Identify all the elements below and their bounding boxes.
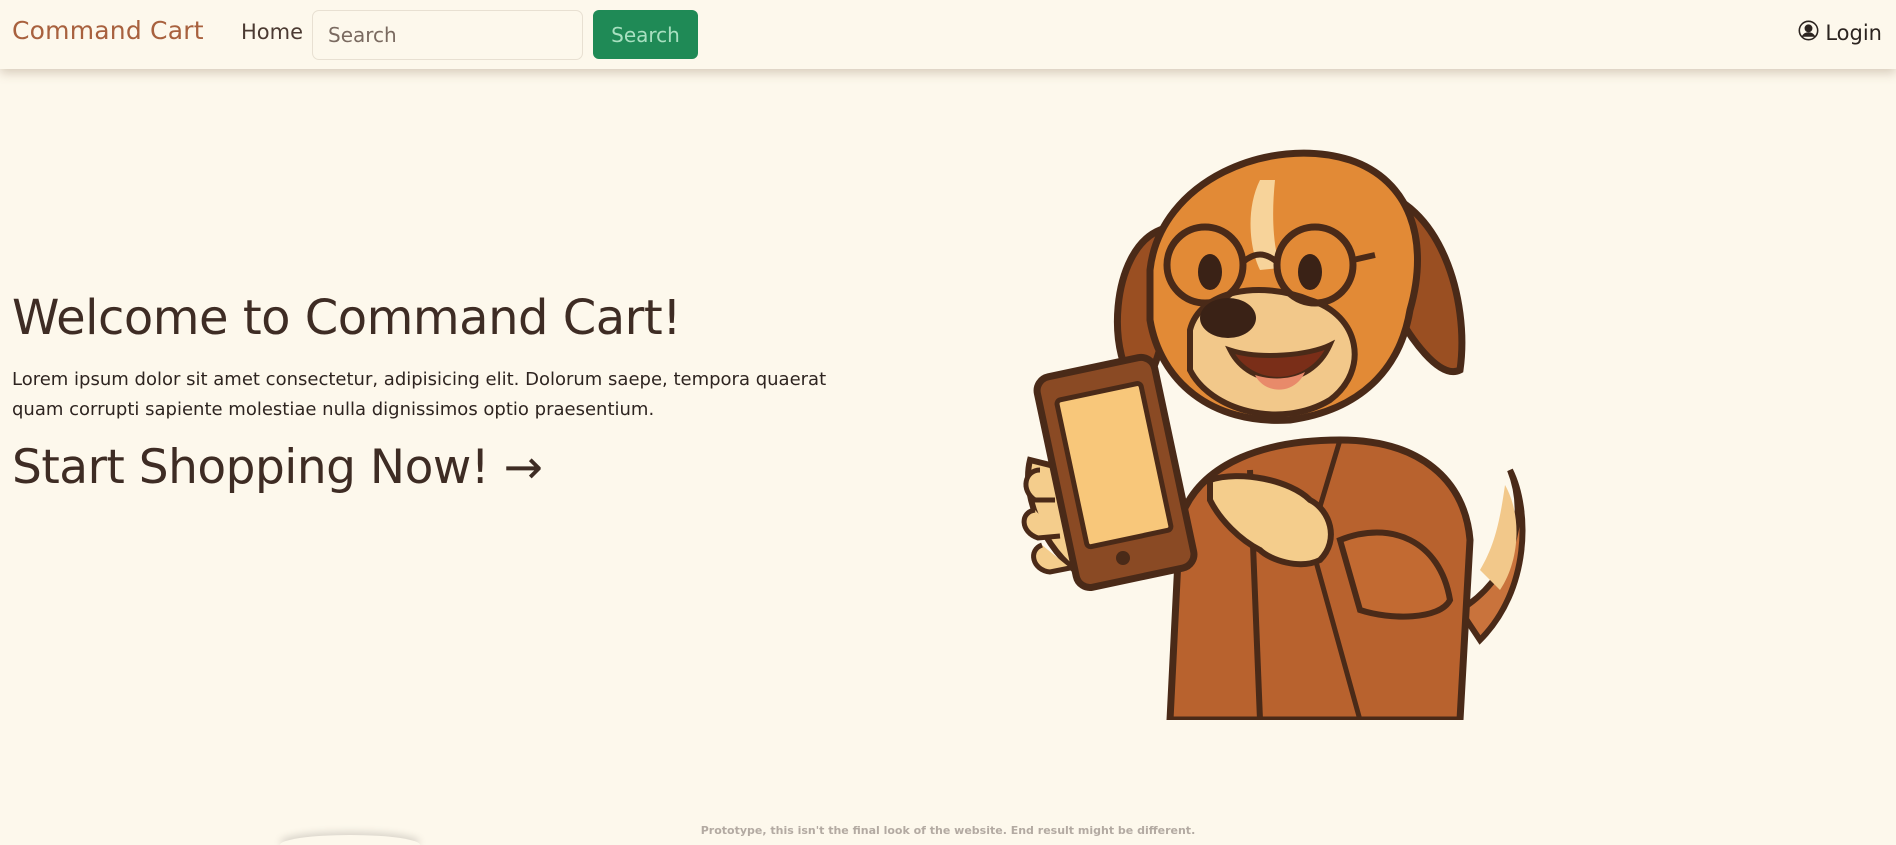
start-shopping-link[interactable]: Start Shopping Now! → xyxy=(12,440,543,495)
search-input[interactable] xyxy=(312,10,583,60)
hero-description: Lorem ipsum dolor sit amet consectetur, … xyxy=(12,369,827,420)
navbar: Command Cart Home Search Login xyxy=(0,0,1896,69)
login-label: Login xyxy=(1825,21,1882,45)
nav-home-link[interactable]: Home xyxy=(241,20,303,44)
dog-mascot-illustration xyxy=(1021,149,1526,720)
user-circle-icon xyxy=(1798,20,1819,46)
prototype-disclaimer: Prototype, this isn't the final look of … xyxy=(700,824,1196,837)
arrow-right-icon: → xyxy=(503,440,543,495)
brand-logo-link[interactable]: Command Cart xyxy=(12,16,204,45)
start-shopping-label: Start Shopping Now! xyxy=(12,440,490,495)
search-button[interactable]: Search xyxy=(593,10,698,59)
hero-title: Welcome to Command Cart! xyxy=(12,290,681,346)
login-link[interactable]: Login xyxy=(1798,20,1882,46)
